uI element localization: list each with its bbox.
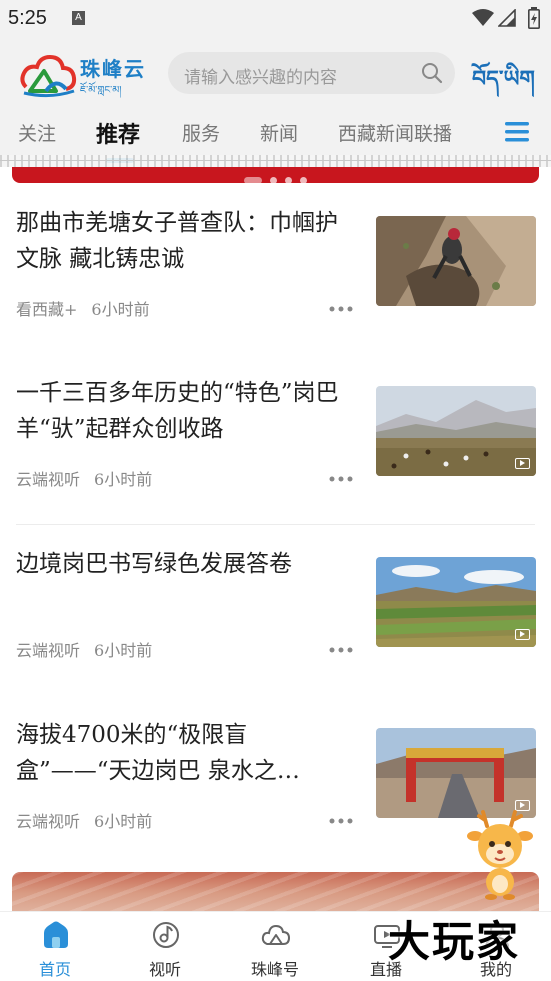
signal-icon <box>498 9 516 27</box>
channel-menu-icon[interactable] <box>505 121 529 143</box>
nav-home-label: 首页 <box>38 960 71 979</box>
brand-name: 珠峰云 <box>80 57 146 81</box>
news-meta: 云端视听 6小时前 <box>16 466 152 490</box>
news-source: 云端视听 <box>16 641 81 660</box>
news-meta: 云端视听 6小时前 <box>16 808 152 832</box>
tab-recommend[interactable]: 推荐 <box>96 117 140 149</box>
news-time: 6小时前 <box>94 641 153 660</box>
news-thumbnail[interactable] <box>376 728 536 818</box>
grassland-sheep-photo-icon <box>376 386 536 476</box>
channel-tabs: 关注 推荐 服务 新闻 西藏新闻联播 <box>0 113 551 163</box>
wifi-icon <box>472 9 494 26</box>
search-placeholder: 请输入感兴趣的内容 <box>184 68 337 88</box>
news-thumbnail[interactable] <box>376 216 536 306</box>
nav-audio-video-label: 视听 <box>148 960 181 979</box>
status-bar: 5:25 A <box>0 0 551 38</box>
cloud-logo-icon <box>20 54 77 98</box>
video-play-icon <box>515 458 530 469</box>
news-item[interactable]: 那曲市羌塘女子普查队：巾帼护文脉 藏北铸忠诚 看西藏+ 6小时前 <box>0 183 551 353</box>
status-time: 5:25 <box>8 7 47 29</box>
tab-follow[interactable]: 关注 <box>18 119 56 146</box>
more-options-icon[interactable] <box>328 305 354 313</box>
more-options-icon[interactable] <box>328 646 354 654</box>
news-title[interactable]: 一千三百多年历史的“特色”岗巴羊“驮”起群众创收路 <box>16 375 352 447</box>
more-options-icon[interactable] <box>328 475 354 483</box>
news-title[interactable]: 海拔4700米的“极限盲盒”——“天边岗巴 泉水之… <box>16 717 352 789</box>
news-source: 云端视听 <box>16 812 81 831</box>
battery-icon <box>528 7 540 29</box>
tibetan-ornament-band <box>0 155 551 167</box>
tab-tibet-news-broadcast[interactable]: 西藏新闻联播 <box>338 119 452 146</box>
news-source: 云端视听 <box>16 470 81 489</box>
news-item[interactable]: 一千三百多年历史的“特色”岗巴羊“驮”起群众创收路 云端视听 6小时前 <box>0 353 551 523</box>
nav-home[interactable]: 首页 <box>5 912 105 981</box>
video-play-icon <box>515 629 530 640</box>
news-time: 6小时前 <box>94 470 153 489</box>
home-icon <box>44 921 68 948</box>
farmland-landscape-photo-icon <box>376 557 536 647</box>
news-time: 6小时前 <box>91 300 150 319</box>
nav-audio-video[interactable]: 视听 <box>115 912 215 981</box>
news-title[interactable]: 那曲市羌塘女子普查队：巾帼护文脉 藏北铸忠诚 <box>16 205 352 277</box>
tab-news[interactable]: 新闻 <box>260 119 298 146</box>
news-item[interactable]: 边境岗巴书写绿色发展答卷 云端视听 6小时前 <box>0 524 551 694</box>
news-thumbnail[interactable] <box>376 386 536 476</box>
cloud-mountain-icon <box>261 924 291 945</box>
highway-gate-photo-icon <box>376 728 536 818</box>
cliff-climber-photo-icon <box>376 216 536 306</box>
news-title[interactable]: 边境岗巴书写绿色发展答卷 <box>16 546 352 582</box>
news-meta: 看西藏+ 6小时前 <box>16 296 150 320</box>
news-source: 看西藏+ <box>16 300 78 319</box>
search-input[interactable]: 请输入感兴趣的内容 <box>168 52 455 94</box>
brand-name-tibetan: ཇོ་མོ་གླང་མ། <box>80 85 122 96</box>
search-icon[interactable] <box>421 62 443 84</box>
watermark-text: 大玩家 <box>388 917 521 966</box>
divider <box>0 160 551 161</box>
app-header: 珠峰云 ཇོ་མོ་གླང་མ། 请输入感兴趣的内容 བོད་ཡིག <box>0 38 551 113</box>
news-meta: 云端视听 6小时前 <box>16 637 152 661</box>
sim-icon: A <box>72 11 85 25</box>
language-switch-button[interactable]: བོད་ཡིག <box>472 54 535 116</box>
nav-zhufeng-account-label: 珠峰号 <box>250 960 299 979</box>
tab-services[interactable]: 服务 <box>182 119 220 146</box>
nav-zhufeng-account[interactable]: 珠峰号 <box>225 912 325 981</box>
more-options-icon[interactable] <box>328 817 354 825</box>
music-disc-icon <box>153 922 179 948</box>
app-logo[interactable]: 珠峰云 ཇོ་མོ་གླང་མ། <box>20 51 152 99</box>
mascot-deer-icon[interactable] <box>465 808 535 900</box>
news-time: 6小时前 <box>94 812 153 831</box>
news-thumbnail[interactable] <box>376 557 536 647</box>
